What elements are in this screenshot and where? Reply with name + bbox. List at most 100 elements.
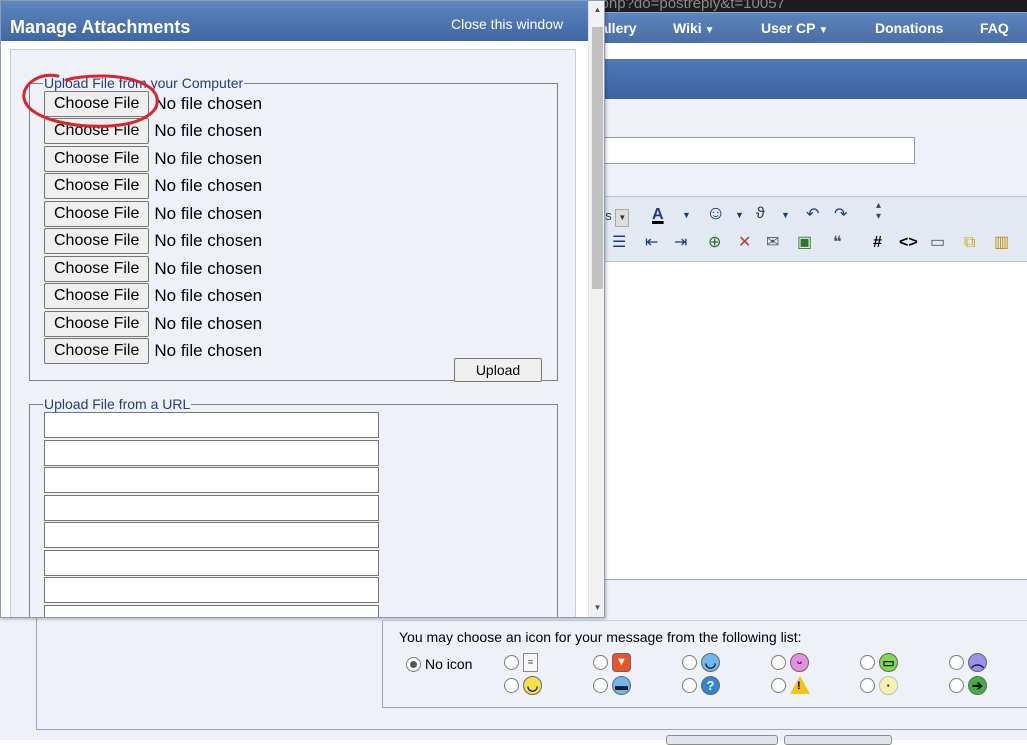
icon-option-3[interactable]: ◡ [682, 652, 720, 672]
image-icon[interactable]: ▣ [797, 233, 812, 253]
file-input-row: Choose File No file chosen [44, 338, 262, 364]
choose-file-button[interactable]: Choose File [44, 311, 150, 337]
radio-icon[interactable] [682, 677, 697, 693]
radio-icon[interactable] [504, 654, 519, 670]
radio-icon[interactable] [593, 654, 608, 670]
close-window-link[interactable]: Close this window [451, 16, 563, 32]
font-color-icon[interactable]: A [652, 205, 664, 225]
scroll-down-arrow-icon[interactable]: ▼ [589, 599, 604, 616]
icon-option-7[interactable]: ◡ [504, 675, 542, 695]
popup-scrollbar[interactable]: ▲ ▼ [588, 1, 604, 617]
chevron-down-icon[interactable]: ▼ [781, 205, 790, 225]
copy-icon[interactable]: ⧉ [964, 233, 975, 253]
nav-gallery[interactable]: allery [600, 20, 637, 36]
choose-file-button[interactable]: Choose File [44, 256, 150, 282]
radio-icon[interactable] [682, 654, 697, 670]
file-input-row: Choose File No file chosen [44, 146, 262, 172]
choose-file-button[interactable]: Choose File [44, 118, 150, 144]
preview-post-button[interactable] [784, 735, 892, 745]
icon-option-4[interactable]: ᵕ [771, 652, 809, 672]
file-input-row: Choose File No file chosen [44, 201, 262, 227]
radio-icon[interactable] [949, 654, 964, 670]
radio-icon[interactable] [593, 677, 608, 693]
manage-attachments-window: Manage Attachments Close this window Upl… [0, 0, 605, 618]
radio-icon[interactable] [771, 677, 786, 693]
icon-option-10[interactable]: ! [771, 675, 810, 695]
url-input[interactable] [44, 577, 379, 603]
radio-no-icon[interactable] [406, 656, 421, 672]
thumbs-down-icon: ▼ [612, 652, 631, 672]
php-code-icon[interactable]: ▭ [930, 233, 945, 253]
icon-option-none[interactable]: No icon [406, 654, 472, 674]
chevron-down-icon[interactable]: ▼ [735, 205, 744, 225]
attachment-icon[interactable]: ϑ [756, 204, 765, 224]
nav-faq[interactable]: FAQ [980, 20, 1009, 36]
submit-reply-button[interactable] [666, 735, 778, 745]
choose-file-button[interactable]: Choose File [44, 283, 150, 309]
url-input[interactable] [44, 412, 379, 438]
message-editor[interactable] [590, 262, 1027, 580]
upload-button[interactable]: Upload [454, 358, 542, 382]
file-status: No file chosen [154, 94, 263, 113]
nav-donations[interactable]: Donations [875, 20, 943, 36]
unlink-icon[interactable]: ✕ [738, 233, 751, 253]
redo-icon[interactable]: ↷ [834, 205, 847, 225]
choose-file-button[interactable]: Choose File [44, 338, 150, 364]
scroll-up-arrow-icon[interactable]: ▲ [589, 1, 604, 18]
url-input[interactable] [44, 522, 379, 548]
url-input[interactable] [44, 467, 379, 493]
arrow-right-icon: ➔ [968, 675, 987, 695]
email-icon[interactable]: ✉ [766, 233, 779, 253]
radio-icon[interactable] [860, 654, 875, 670]
cool-icon: ▬ [612, 675, 631, 695]
icon-option-5[interactable]: ▭ [860, 652, 898, 672]
nav-wiki[interactable]: Wiki ▼ [673, 20, 715, 36]
smiley-menu-icon[interactable]: ☺ [706, 204, 725, 224]
icon-option-1[interactable]: ≡ [504, 652, 538, 672]
radio-icon[interactable] [771, 654, 786, 670]
outdent-icon[interactable]: ⇤ [645, 233, 658, 253]
url-input[interactable] [44, 440, 379, 466]
icon-option-11[interactable]: · [860, 675, 898, 695]
icon-option-6[interactable]: ︵ [949, 652, 987, 672]
chevron-down-icon: ▼ [818, 25, 829, 36]
chevron-down-icon: ▼ [704, 25, 715, 36]
file-status: No file chosen [154, 204, 263, 223]
url-input[interactable] [44, 605, 379, 617]
radio-icon[interactable] [949, 677, 964, 693]
indent-icon[interactable]: ⇥ [674, 233, 687, 253]
choose-file-button[interactable]: Choose File [44, 91, 150, 117]
undo-icon[interactable]: ↶ [806, 205, 819, 225]
nav-user-cp[interactable]: User CP ▼ [761, 20, 828, 36]
subject-input[interactable] [590, 137, 915, 164]
list-icon[interactable]: ☰ [612, 233, 626, 253]
file-status: No file chosen [154, 259, 263, 278]
file-input-row: Choose File No file chosen [44, 91, 262, 117]
icon-option-9[interactable]: ? [682, 675, 720, 695]
question-icon: ? [701, 675, 720, 695]
choose-file-button[interactable]: Choose File [44, 201, 150, 227]
grin-icon: ◡ [523, 675, 542, 695]
code-hash-icon[interactable]: # [873, 233, 882, 253]
choose-file-button[interactable]: Choose File [44, 146, 150, 172]
frown-icon: ︵ [968, 652, 987, 672]
icon-option-8[interactable]: ▬ [593, 675, 631, 695]
chevron-down-icon[interactable]: ▼ [682, 205, 691, 225]
file-status: No file chosen [154, 176, 263, 195]
scroll-thumb[interactable] [592, 27, 603, 289]
radio-icon[interactable] [504, 677, 519, 693]
icon-option-12[interactable]: ➔ [949, 675, 987, 695]
url-input[interactable] [44, 550, 379, 576]
quote-icon[interactable]: ❝ [833, 233, 842, 253]
resize-icon[interactable]: ▴ ▾ [876, 200, 881, 222]
file-input-row: Choose File No file chosen [44, 173, 262, 199]
html-code-icon[interactable]: <> [899, 233, 918, 253]
file-input-row: Choose File No file chosen [44, 228, 262, 254]
url-input[interactable] [44, 495, 379, 521]
choose-file-button[interactable]: Choose File [44, 228, 150, 254]
link-icon[interactable]: ⊕ [708, 233, 721, 253]
icon-option-2[interactable]: ▼ [593, 652, 631, 672]
book-icon[interactable]: ▥ [994, 233, 1009, 253]
radio-icon[interactable] [860, 677, 875, 693]
choose-file-button[interactable]: Choose File [44, 173, 150, 199]
